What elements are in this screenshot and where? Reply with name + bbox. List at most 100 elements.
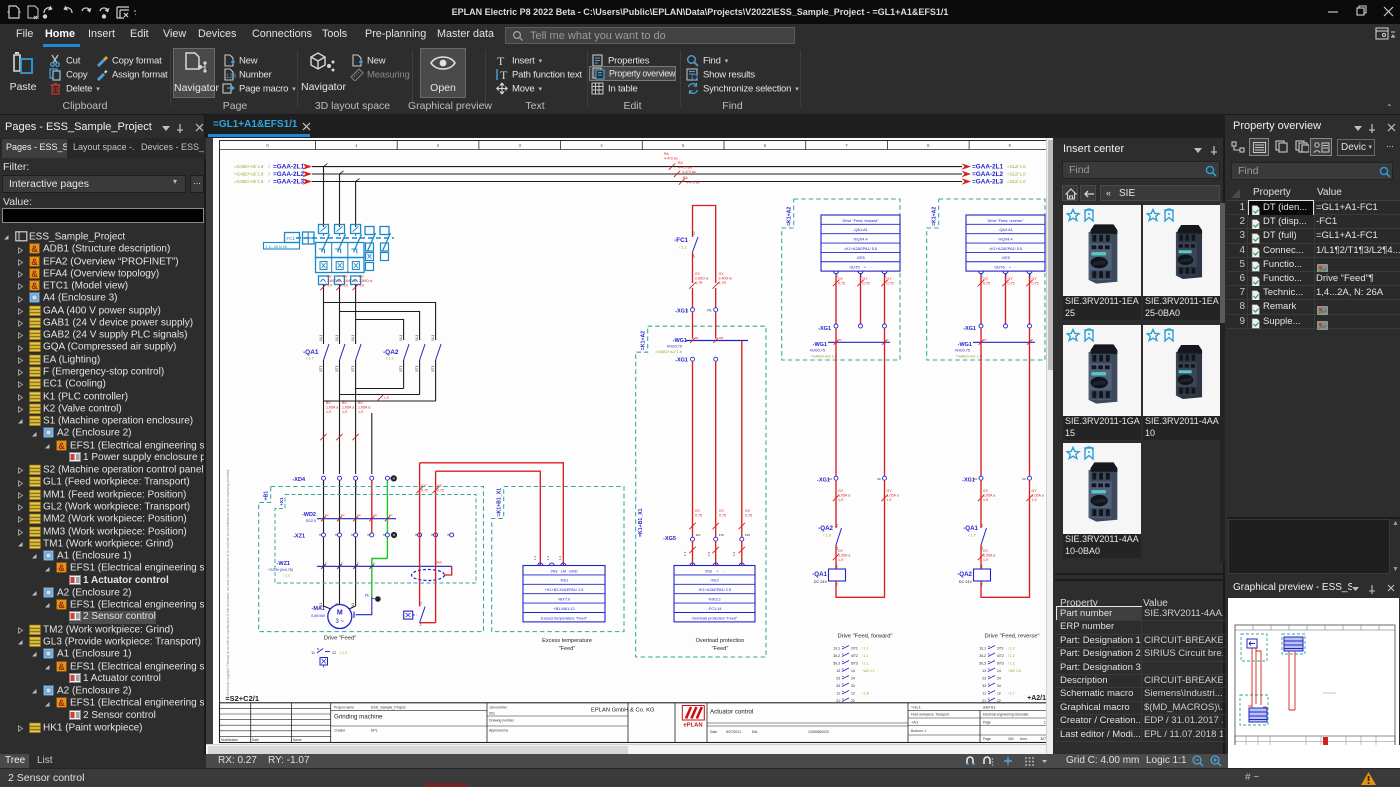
svg-text:BV: BV [358, 401, 363, 405]
svg-text:2/T1: 2/T1 [335, 365, 339, 372]
svg-text:GY: GY [983, 277, 989, 281]
svg-text:1,9: 1,9 [983, 558, 988, 562]
svg-text:%IX3.2: %IX3.2 [708, 598, 720, 602]
svg-text:-FC1:14: -FC1:14 [708, 607, 722, 611]
svg-text:13: 13 [982, 669, 986, 673]
svg-text:=GAA-2L1: =GAA-2L1 [972, 164, 1004, 171]
svg-text:2N3 LM GND: 2N3 LM GND [550, 569, 577, 573]
svg-text:GY: GY [695, 272, 701, 276]
svg-text:1/L1: 1/L1 [319, 335, 323, 341]
svg-text:-QA2: -QA2 [818, 525, 833, 532]
svg-text:1,05A a: 1,05A a [1032, 493, 1044, 497]
svg-text:DC 24V: DC 24V [814, 580, 828, 584]
svg-text:1/L1: 1/L1 [399, 335, 403, 341]
svg-text:1,9: 1,9 [359, 283, 364, 287]
svg-text:&: & [31, 281, 38, 291]
svg-text:Bochum: 1: Bochum: 1 [911, 729, 926, 733]
svg-text:=GAB2+A2/ 1.8: =GAB2+A2/ 1.8 [234, 164, 264, 169]
svg-text:+A2/1: +A2/1 [1027, 695, 1046, 702]
svg-text:0,75: 0,75 [719, 513, 726, 517]
svg-text:BV: BV [343, 275, 348, 279]
svg-text:11: 11 [311, 651, 315, 655]
svg-text:11: 11 [982, 692, 986, 696]
svg-text:1,9: 1,9 [1032, 498, 1037, 502]
svg-text:&: & [58, 563, 65, 573]
svg-text:1,9: 1,9 [358, 410, 363, 414]
svg-text:&: & [31, 256, 38, 266]
svg-text:Drawing number: Drawing number [489, 719, 515, 723]
svg-text:GY: GY [719, 509, 725, 513]
svg-text:1,2: 1,2 [546, 555, 550, 560]
svg-text:1,9: 1,9 [838, 498, 843, 502]
svg-text:0,75: 0,75 [838, 281, 845, 285]
svg-text:/ 1.2: / 1.2 [340, 651, 347, 655]
svg-text:Creator: Creator [334, 729, 346, 733]
svg-text:30: 30 [1022, 477, 1026, 481]
svg-text:1,05A a: 1,05A a [358, 405, 370, 409]
svg-text:4OG0,75: 4OG0,75 [667, 345, 682, 349]
svg-text:&: & [58, 661, 65, 671]
svg-text:0,55 kW: 0,55 kW [311, 614, 325, 618]
svg-text:/ 1.1: / 1.1 [862, 662, 869, 666]
svg-text:Project name: Project name [334, 705, 354, 709]
svg-text:2N3 + -: 2N3 + - [705, 569, 725, 573]
svg-text:A1: A1 [835, 564, 839, 568]
svg-text:Drive "Feed, forward": Drive "Feed, forward" [842, 219, 879, 223]
svg-text:OUT5 + -: OUT5 + - [849, 266, 872, 270]
svg-text:1/GB4500020: 1/GB4500020 [808, 730, 829, 734]
svg-text:/ 1.9: / 1.9 [386, 356, 395, 361]
svg-text:/ 1.1: / 1.1 [862, 654, 869, 658]
svg-text:/ 1.1: / 1.1 [679, 245, 688, 250]
svg-text:1/L1: 1/L1 [335, 335, 339, 341]
svg-text:1,05A a: 1,05A a [983, 493, 995, 497]
svg-text:-KE2: -KE2 [710, 579, 718, 583]
svg-text:=GAB2+A2/ 1.8: =GAB2+A2/ 1.8 [234, 172, 264, 177]
svg-text:1,05A a: 1,05A a [887, 493, 899, 497]
svg-text:=K1+A2&EPA1/ 5.5: =K1+A2&EPA1/ 5.5 [989, 247, 1022, 251]
svg-text:=K1+A2: =K1+A2 [932, 207, 938, 226]
svg-text:=K1+B1_X1: =K1+B1_X1 [497, 488, 503, 517]
svg-text:EPL: EPL [371, 729, 378, 733]
svg-text:BV: BV [326, 401, 331, 405]
svg-text:Feed workpiece: Transport: Feed workpiece: Transport [911, 713, 949, 717]
svg-text:DC 24V: DC 24V [959, 580, 973, 584]
svg-text:10: 10 [974, 477, 978, 481]
svg-text:=GAA-2L1: =GAA-2L1 [273, 164, 305, 171]
svg-text:-KE1: -KE1 [560, 579, 568, 583]
svg-text:+X1: +X1 [279, 497, 285, 506]
svg-text:&: & [58, 600, 65, 610]
svg-text:GY: GY [983, 489, 989, 493]
svg-text:10: 10 [829, 477, 833, 481]
svg-text:FC1: FC1 [287, 236, 296, 241]
svg-text:4-473 sw: 4-473 sw [678, 166, 692, 170]
svg-text:=GAB2+A2/ 1.6: =GAB2+A2/ 1.6 [655, 350, 682, 354]
svg-text:GY: GY [1032, 277, 1038, 281]
svg-text:Modification: Modification [221, 738, 238, 742]
svg-text:Grinding machine: Grinding machine [334, 714, 383, 721]
svg-text:SG2,5: SG2,5 [306, 519, 316, 523]
svg-text:-QA2:A1: -QA2:A1 [998, 228, 1013, 232]
svg-text:Drive "Feed": Drive "Feed" [324, 636, 356, 642]
svg-text:170: 170 [719, 533, 724, 537]
svg-text:1/L1: 1/L1 [833, 647, 840, 651]
svg-text:-XG5: -XG5 [663, 536, 676, 542]
svg-text:Drive "Feed, reverse": Drive "Feed, reverse" [987, 219, 1024, 223]
svg-text:0,75: 0,75 [1032, 281, 1039, 285]
svg-text:Drive "Feed, reverse": Drive "Feed, reverse" [984, 634, 1039, 640]
svg-text:Drive "Feed, forward": Drive "Feed, forward" [837, 634, 892, 640]
svg-text:12: 12 [332, 651, 336, 655]
svg-text:/ 1.7: / 1.7 [1008, 692, 1015, 696]
svg-text:001: 001 [489, 711, 495, 715]
svg-text:4OG0,75: 4OG0,75 [810, 349, 825, 353]
svg-text:ESS_Sample_Project: ESS_Sample_Project [371, 705, 406, 709]
svg-text:1,05A a: 1,05A a [838, 493, 850, 497]
svg-text:-XG1: -XG1 [675, 358, 688, 364]
svg-text:B1: B1 [695, 336, 699, 340]
svg-text:GY: GY [1008, 277, 1014, 281]
svg-text:1,05A a: 1,05A a [838, 553, 850, 557]
svg-text:Name: Name [293, 738, 302, 742]
svg-text:=GAA-2L2: =GAA-2L2 [972, 171, 1004, 178]
svg-text:4,7R: 4,7R [719, 281, 727, 285]
svg-text:13: 13 [836, 669, 840, 673]
svg-text:1,9: 1,9 [342, 410, 347, 414]
